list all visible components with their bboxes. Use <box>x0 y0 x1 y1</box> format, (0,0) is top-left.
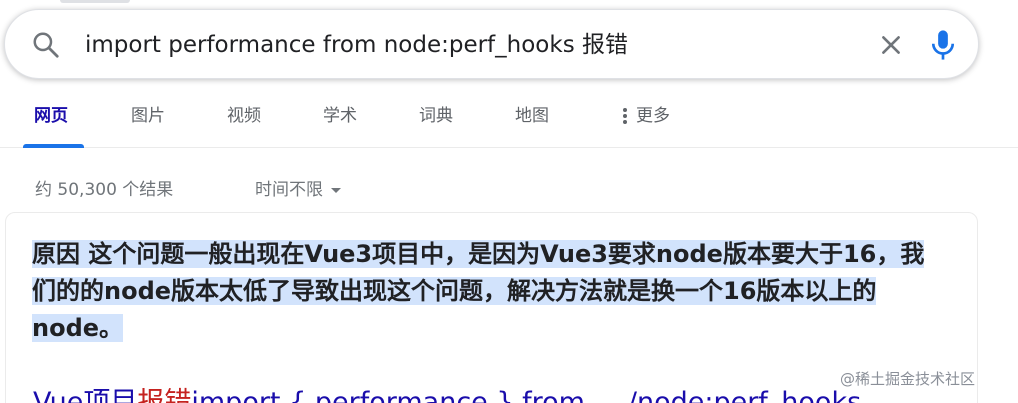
result-title-rest: import { performance } from ... /node:pe… <box>191 387 862 403</box>
result-title-highlight: 报错 <box>137 387 192 403</box>
close-icon[interactable] <box>878 32 904 58</box>
search-tabs: 网页 图片 视频 学术 词典 地图 更多 <box>0 90 1018 148</box>
top-divider <box>60 0 130 3</box>
result-count: 约 50,300 个结果 <box>35 180 174 200</box>
snippet-highlight: 原因 这个问题一般出现在Vue3项目中，是因为Vue3要求node版本要大于16… <box>32 240 925 342</box>
search-icon[interactable] <box>31 30 61 60</box>
time-filter-label: 时间不限 <box>255 180 323 200</box>
result-title-link[interactable]: Vue项目报错import { performance } from ... /… <box>33 385 861 403</box>
watermark: @稀土掘金技术社区 <box>840 370 976 388</box>
caret-down-icon <box>331 187 341 193</box>
tab-images[interactable]: 图片 <box>131 104 165 128</box>
tab-dictionary[interactable]: 词典 <box>419 104 453 128</box>
tab-web[interactable]: 网页 <box>34 104 68 128</box>
time-filter-dropdown[interactable]: 时间不限 <box>255 178 341 202</box>
active-tab-indicator <box>23 144 84 148</box>
tab-maps[interactable]: 地图 <box>515 104 549 128</box>
search-input[interactable]: import performance from node:perf_hooks … <box>85 28 628 62</box>
more-vert-icon[interactable] <box>622 106 628 126</box>
result-title-prefix: Vue项目 <box>33 387 138 403</box>
search-box[interactable]: import performance from node:perf_hooks … <box>4 9 979 79</box>
tab-more[interactable]: 更多 <box>636 104 670 128</box>
tab-videos[interactable]: 视频 <box>227 104 261 128</box>
featured-snippet-text: 原因 这个问题一般出现在Vue3项目中，是因为Vue3要求node版本要大于16… <box>32 236 932 347</box>
tab-scholar[interactable]: 学术 <box>323 104 357 128</box>
microphone-icon[interactable] <box>928 28 958 62</box>
